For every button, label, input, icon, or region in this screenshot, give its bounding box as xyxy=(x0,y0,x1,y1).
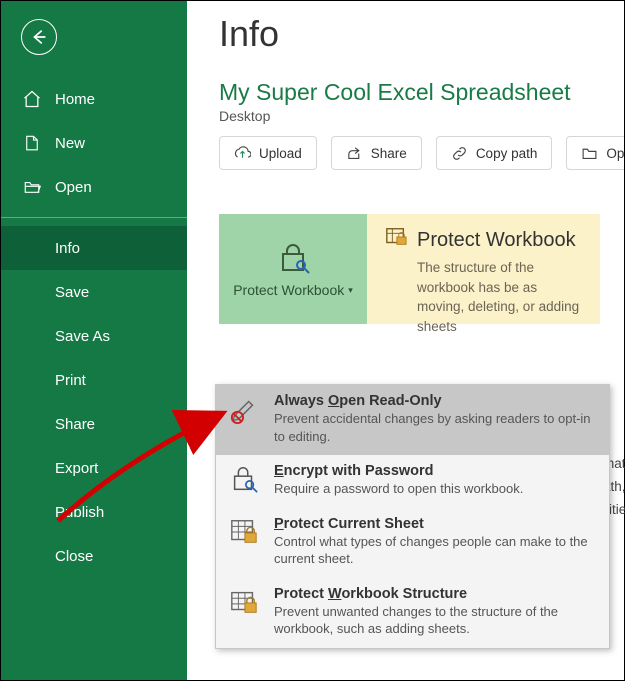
protect-workbook-label: Protect Workbook ▾ xyxy=(233,282,353,298)
nav-label: Publish xyxy=(55,504,104,521)
banner-body: Protect Workbook The structure of the wo… xyxy=(367,214,600,324)
menu-item-desc: Require a password to open this workbook… xyxy=(274,480,523,498)
nav-label: Save As xyxy=(55,328,110,345)
menu-item-desc: Prevent accidental changes by asking rea… xyxy=(274,410,595,445)
nav-label: Open xyxy=(55,179,92,196)
pill-label: Ope xyxy=(606,146,624,161)
nav-save[interactable]: Save xyxy=(1,270,187,314)
home-icon xyxy=(21,89,43,109)
protect-banner: Protect Workbook ▾ Protect Workbook The … xyxy=(219,214,600,324)
menu-protect-workbook-structure[interactable]: Protect Workbook Structure Prevent unwan… xyxy=(216,578,609,648)
nav-label: Close xyxy=(55,548,93,565)
nav-share[interactable]: Share xyxy=(1,402,187,446)
protect-workbook-button[interactable]: Protect Workbook ▾ xyxy=(219,214,367,324)
nav-label: Info xyxy=(55,240,80,257)
copy-path-button[interactable]: Copy path xyxy=(436,136,553,170)
arrow-left-icon xyxy=(28,26,50,48)
nav-new[interactable]: New xyxy=(1,121,187,165)
sheet-lock-icon xyxy=(228,516,260,548)
page-title: Info xyxy=(219,13,600,55)
pill-label: Share xyxy=(371,146,407,161)
nav-label: Print xyxy=(55,372,86,389)
nav-publish[interactable]: Publish xyxy=(1,490,187,534)
menu-item-title: Encrypt with Password xyxy=(274,463,523,479)
open-location-button[interactable]: Ope xyxy=(566,136,624,170)
menu-always-open-readonly[interactable]: Always Open Read-Only Prevent accidental… xyxy=(216,385,609,455)
nav-label: New xyxy=(55,135,85,152)
nav-list: Home New Open Info Save Save As Print Sh… xyxy=(1,77,187,578)
banner-title: Protect Workbook xyxy=(417,229,576,252)
pill-label: Copy path xyxy=(476,146,538,161)
nav-close[interactable]: Close xyxy=(1,534,187,578)
menu-item-desc: Control what types of changes people can… xyxy=(274,533,595,568)
nav-print[interactable]: Print xyxy=(1,358,187,402)
lock-key-icon xyxy=(275,240,311,276)
nav-divider xyxy=(1,217,187,218)
nav-home[interactable]: Home xyxy=(1,77,187,121)
new-file-icon xyxy=(21,133,43,153)
banner-title-row: Protect Workbook xyxy=(385,226,584,254)
menu-encrypt-password[interactable]: Encrypt with Password Require a password… xyxy=(216,455,609,508)
action-row: Upload Share Copy path Ope xyxy=(219,136,600,170)
nav-label: Save xyxy=(55,284,89,301)
nav-label: Share xyxy=(55,416,95,433)
back-button[interactable] xyxy=(21,19,57,55)
pencil-prohibit-icon xyxy=(228,393,260,425)
menu-item-title: Protect Current Sheet xyxy=(274,516,595,532)
folder-icon xyxy=(581,145,598,162)
document-title: My Super Cool Excel Spreadsheet xyxy=(219,79,600,106)
nav-open[interactable]: Open xyxy=(1,165,187,209)
protect-dropdown-menu: Always Open Read-Only Prevent accidental… xyxy=(215,384,610,649)
nav-label: Export xyxy=(55,460,98,477)
upload-button[interactable]: Upload xyxy=(219,136,317,170)
menu-protect-current-sheet[interactable]: Protect Current Sheet Control what types… xyxy=(216,508,609,578)
nav-save-as[interactable]: Save As xyxy=(1,314,187,358)
nav-info[interactable]: Info xyxy=(1,226,187,270)
workbook-lock-icon xyxy=(228,586,260,618)
nav-label: Home xyxy=(55,91,95,108)
open-folder-icon xyxy=(21,178,43,196)
sheet-lock-icon xyxy=(385,226,407,254)
banner-desc: The structure of the workbook has be as … xyxy=(385,258,584,336)
protect-panel: Protect Workbook ▾ Protect Workbook The … xyxy=(219,214,600,324)
lock-key-icon xyxy=(228,463,260,495)
backstage-sidebar: Home New Open Info Save Save As Print Sh… xyxy=(1,1,187,680)
link-icon xyxy=(451,145,468,162)
menu-item-desc: Prevent unwanted changes to the structur… xyxy=(274,603,595,638)
share-button[interactable]: Share xyxy=(331,136,422,170)
chevron-down-icon: ▾ xyxy=(348,285,353,296)
share-icon xyxy=(346,145,363,162)
menu-item-title: Protect Workbook Structure xyxy=(274,586,595,602)
menu-item-title: Always Open Read-Only xyxy=(274,393,595,409)
document-location: Desktop xyxy=(219,108,600,124)
upload-icon xyxy=(234,145,251,162)
pill-label: Upload xyxy=(259,146,302,161)
nav-export[interactable]: Export xyxy=(1,446,187,490)
